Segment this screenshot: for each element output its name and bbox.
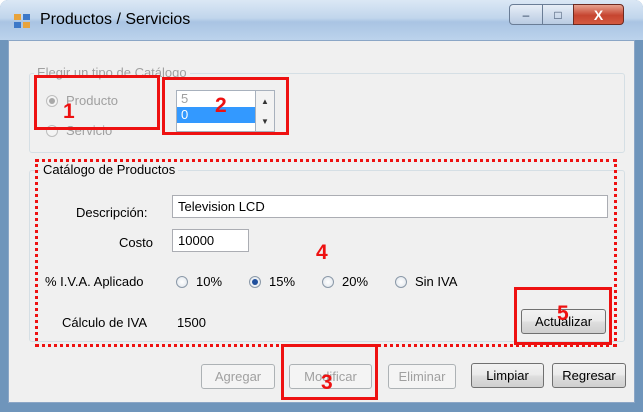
- close-icon: X: [593, 6, 604, 23]
- app-icon: [14, 14, 30, 28]
- annotation-box-1: [34, 75, 160, 130]
- window-title: Productos / Servicios: [40, 11, 191, 28]
- title-bar[interactable]: Productos / Servicios – □ X: [0, 0, 643, 40]
- add-button[interactable]: Agregar: [201, 364, 275, 389]
- annotation-marker-4: 4: [316, 241, 328, 264]
- close-button[interactable]: X: [573, 4, 624, 25]
- app-window: Productos / Servicios – □ X Elegir un ti…: [0, 0, 643, 412]
- maximize-button[interactable]: □: [542, 4, 574, 25]
- delete-button[interactable]: Eliminar: [388, 364, 456, 389]
- annotation-marker-1: 1: [63, 100, 75, 123]
- annotation-marker-2: 2: [215, 94, 227, 117]
- clear-button[interactable]: Limpiar: [471, 363, 544, 388]
- annotation-marker-3: 3: [321, 371, 333, 394]
- back-button[interactable]: Regresar: [552, 363, 626, 388]
- annotation-marker-5: 5: [557, 302, 569, 325]
- maximize-icon: □: [554, 7, 562, 22]
- minimize-icon: –: [522, 7, 530, 22]
- minimize-button[interactable]: –: [509, 4, 543, 25]
